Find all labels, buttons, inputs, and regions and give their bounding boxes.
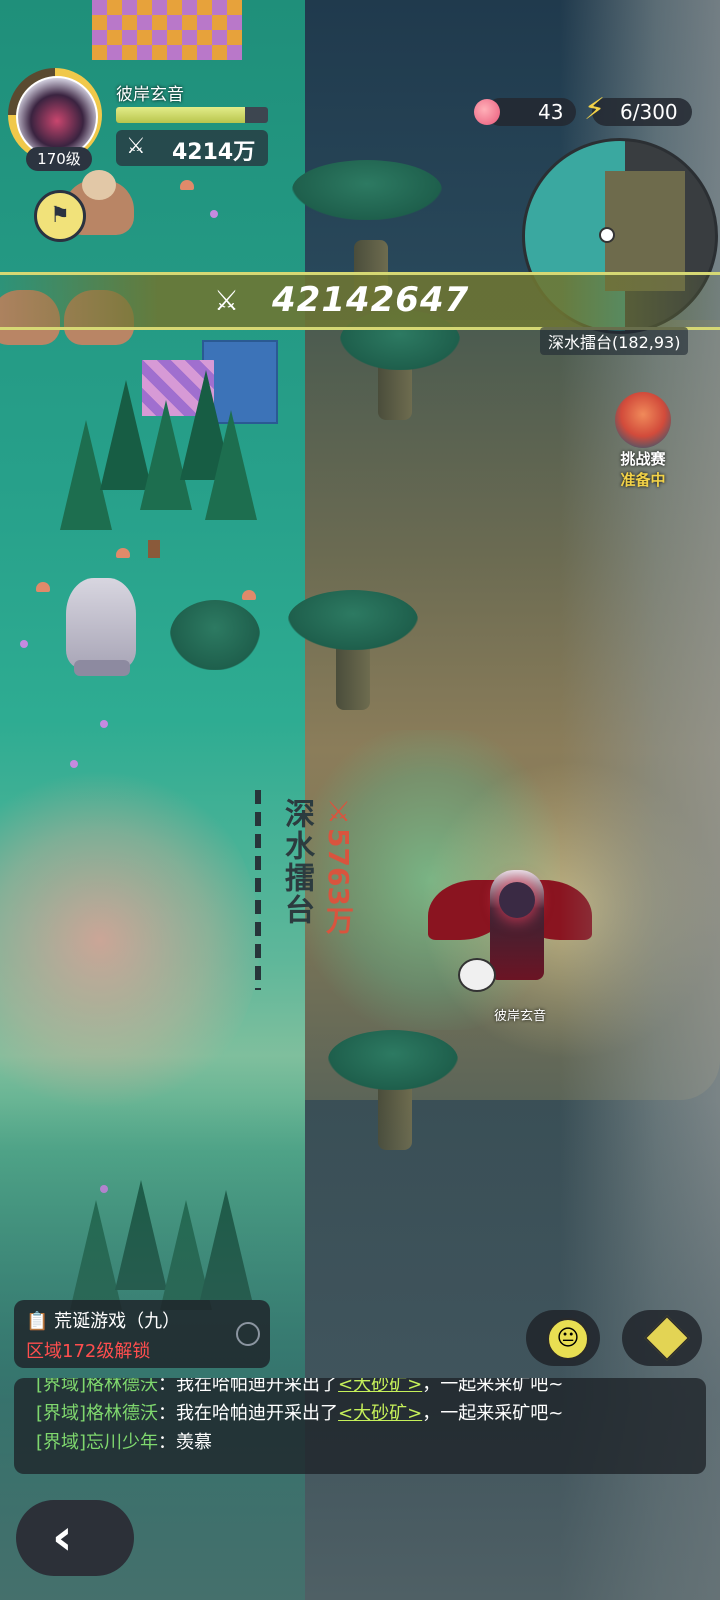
capybara-head [82, 170, 116, 200]
chat-text: 我在哈帕迪开采出了 [176, 1378, 339, 1395]
flag-button[interactable]: ⚑ [34, 190, 86, 242]
chevron-left-icon: ‹ [52, 1508, 73, 1566]
chat-item-link[interactable]: <大砂矿> [338, 1403, 422, 1424]
player-name: 彼岸玄音 [116, 85, 184, 105]
mushroom [116, 548, 130, 558]
xp-bar-fill [116, 107, 246, 123]
tree-trunk [148, 540, 160, 558]
quest-title-text: 荒诞游戏（九） [54, 1311, 181, 1332]
bush [170, 600, 260, 670]
flower [70, 760, 78, 768]
player-avatar[interactable] [16, 76, 98, 158]
lightning-icon: ⚡ [584, 92, 606, 127]
chat-channel: [界域] [36, 1378, 87, 1395]
checker-tiles [92, 0, 242, 60]
chat-line: [界域]格林德沃：我在哈帕迪开采出了<大砂矿>，一起来采矿吧~ [36, 1378, 563, 1396]
chat-line: [界域]格林德沃：我在哈帕迪开采出了<大砂矿>，一起来采矿吧~ [36, 1399, 563, 1425]
mushroom [36, 582, 50, 592]
chat-separator: ： [158, 1432, 177, 1453]
zone-name-label: 深水擂台 [279, 798, 314, 926]
mushroom [180, 180, 194, 190]
chat-user[interactable]: 格林德沃 [86, 1403, 158, 1424]
palm-tree [328, 1030, 458, 1090]
minimap-player-marker [599, 227, 615, 243]
palm-tree [288, 590, 418, 650]
chat-text: 我在哈帕迪开采出了 [176, 1403, 339, 1424]
flag-icon: ⚑ [50, 203, 70, 228]
player-power: 4214万 [172, 140, 256, 165]
locate-icon[interactable] [236, 1322, 260, 1346]
zone-border [255, 790, 261, 990]
crossed-swords-icon: ⚔ [214, 284, 240, 317]
xp-bar [116, 107, 268, 123]
chat-text: 羡慕 [176, 1432, 213, 1453]
chat-panel[interactable]: [界域]格林德沃：我在哈帕迪开采出了<大砂矿>，一起来采矿吧~ [界域]格林德沃… [14, 1378, 706, 1474]
challenge-title: 挑战赛 [620, 450, 666, 468]
player-level-badge: 170级 [26, 147, 92, 171]
chat-text: ，一起来采矿吧~ [422, 1403, 564, 1424]
chat-separator: ： [158, 1378, 177, 1395]
energy-value: 6/300 [620, 100, 678, 124]
goat-statue[interactable] [66, 578, 136, 668]
character-face [499, 882, 535, 918]
chat-channel: [界域] [36, 1432, 87, 1453]
pine-tree [205, 410, 257, 520]
chat-item-link[interactable]: <大砂矿> [338, 1378, 422, 1395]
challenge-status: 准备中 [620, 471, 666, 489]
statue-pedestal [74, 660, 130, 676]
crossed-swords-icon: ⚔ [322, 795, 355, 828]
palm-tree [292, 160, 442, 220]
quest-unlock-text: 区域172级解锁 [26, 1341, 151, 1362]
mushroom [242, 590, 256, 600]
panda-pet[interactable] [458, 958, 496, 992]
energy-counter[interactable]: 6/300 [592, 98, 692, 126]
chat-channel: [界域] [36, 1403, 87, 1424]
chat-separator: ： [158, 1403, 177, 1424]
flower [20, 640, 28, 648]
clipboard-icon: 📋 [26, 1311, 49, 1332]
back-button[interactable] [16, 1500, 134, 1576]
chat-line: [界域]忘川少年：羡慕 [36, 1428, 212, 1454]
chat-text: ，一起来采矿吧~ [422, 1378, 564, 1395]
chat-user[interactable]: 忘川少年 [86, 1432, 158, 1453]
peach-count: 43 [538, 100, 564, 124]
zone-power-label: ⚔5763万 [311, 795, 355, 934]
minimap-location-label: 深水擂台(182,93) [540, 327, 689, 355]
challenge-event-button[interactable]: 挑战赛 准备中 [608, 392, 678, 490]
power-banner-value: 42142647 [272, 280, 470, 320]
flower [210, 210, 218, 218]
zone-power-value: 5763万 [322, 828, 355, 934]
palm-trunk [336, 640, 370, 710]
character-name-label: 彼岸玄音 [493, 1009, 546, 1024]
chat-user[interactable]: 格林德沃 [86, 1378, 158, 1395]
challenge-avatar-icon [615, 392, 671, 448]
crossed-swords-icon: ⚔ [126, 134, 146, 159]
peach-icon [474, 99, 500, 125]
flower [100, 720, 108, 728]
smiley-icon: 😐 [547, 1318, 589, 1360]
quest-title: 📋 荒诞游戏（九） [26, 1307, 180, 1333]
